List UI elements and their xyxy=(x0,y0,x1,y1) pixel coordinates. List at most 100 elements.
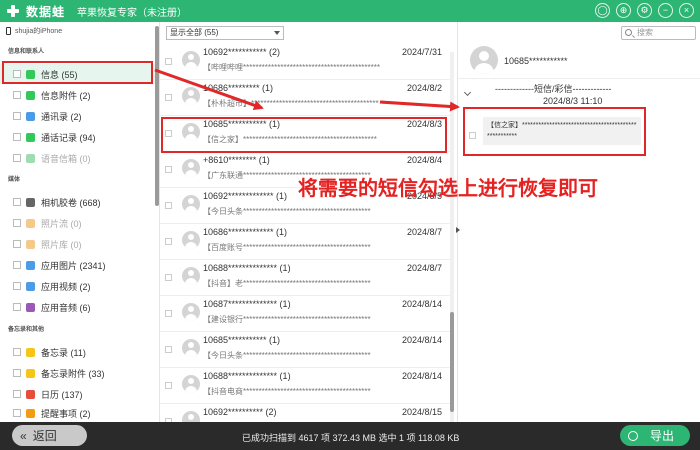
checkbox[interactable] xyxy=(13,409,21,417)
message-preview: 【今日头条***********************************… xyxy=(203,351,371,360)
sidebar-item-photo-stream[interactable]: 照片流 (0) xyxy=(0,213,156,233)
filter-dropdown[interactable]: 显示全部 (55) xyxy=(166,26,284,40)
sidebar-item-label: 通讯录 (2) xyxy=(41,111,82,122)
message-date: 2024/8/7 xyxy=(406,263,442,273)
message-preview: 【建设银行***********************************… xyxy=(203,315,371,324)
sidebar-item-app-photos[interactable]: 应用图片 (2341) xyxy=(0,255,156,275)
sidebar-item-app-videos[interactable]: 应用视频 (2) xyxy=(0,276,156,296)
checkbox[interactable] xyxy=(13,390,21,398)
checkbox[interactable] xyxy=(165,274,172,281)
app-subtitle: 苹果恢复专家（未注册） xyxy=(77,7,188,19)
photo-library-icon xyxy=(26,239,35,249)
avatar-icon xyxy=(182,303,200,321)
sidebar-item-photo-library[interactable]: 照片库 (0) xyxy=(0,234,156,254)
checkbox[interactable] xyxy=(13,154,21,162)
checkbox[interactable] xyxy=(13,219,21,227)
device-label: shujia的iPhone xyxy=(6,26,62,36)
sender-number: 10686********* (1) xyxy=(203,83,274,93)
message-date: 2024/8/14 xyxy=(401,299,442,309)
checkbox[interactable] xyxy=(13,303,21,311)
search-input[interactable]: 搜索 xyxy=(621,26,696,40)
sidebar-item-label: 应用图片 (2341) xyxy=(41,260,106,271)
close-icon[interactable]: × xyxy=(679,3,694,18)
highlight-message-row xyxy=(161,117,447,153)
checkbox[interactable] xyxy=(13,261,21,269)
checkbox[interactable] xyxy=(165,202,172,209)
avatar-icon xyxy=(182,51,200,69)
logo-icon xyxy=(6,4,20,18)
sidebar-item-camera-roll[interactable]: 相机胶卷 (668) xyxy=(0,192,156,212)
list-item[interactable]: 10686************* (1) 2024/8/7 【百度账号****… xyxy=(160,224,450,260)
sidebar-item-notes[interactable]: 备忘录 (11) xyxy=(0,342,156,362)
export-button[interactable]: 导出 xyxy=(620,425,690,446)
sidebar-item-label: 照片库 (0) xyxy=(41,239,82,250)
message-preview: 【哔哩哔哩***********************************… xyxy=(203,63,380,72)
sidebar-scrollbar[interactable] xyxy=(155,26,159,206)
sender-number: 10692********** (2) xyxy=(203,407,277,417)
sidebar-item-label: 应用音频 (6) xyxy=(41,302,91,313)
list-item[interactable]: 10686********* (1) 2024/8/2 【朴朴超市】*******… xyxy=(160,80,450,116)
minimize-icon[interactable]: − xyxy=(658,3,673,18)
sidebar-item-voicemail[interactable]: 语音信箱 (0) xyxy=(0,148,156,168)
checkbox[interactable] xyxy=(13,240,21,248)
checkbox[interactable] xyxy=(165,58,172,65)
settings-icon[interactable]: ⚙ xyxy=(637,3,652,18)
message-date: 2024/8/7 xyxy=(406,227,442,237)
sidebar-item-label: 日历 (137) xyxy=(41,389,83,400)
chevron-down-icon[interactable] xyxy=(463,88,472,97)
checkbox[interactable] xyxy=(165,310,172,317)
calendar-icon xyxy=(26,389,35,399)
checkbox[interactable] xyxy=(13,282,21,290)
section-title-notes: 备忘录和其他 xyxy=(8,327,45,333)
back-button[interactable]: « 返回 xyxy=(12,425,87,446)
checkbox[interactable] xyxy=(13,112,21,120)
checkbox[interactable] xyxy=(13,198,21,206)
app-name: 数据蛙 xyxy=(26,4,66,19)
list-item[interactable]: 10692*********** (2) 2024/7/31 【哔哩哔哩*****… xyxy=(160,44,450,80)
checkbox[interactable] xyxy=(13,133,21,141)
checkbox[interactable] xyxy=(165,166,172,173)
sidebar-item-notes-attachments[interactable]: 备忘录附件 (33) xyxy=(0,363,156,383)
sidebar-item-contacts[interactable]: 通讯录 (2) xyxy=(0,106,156,126)
sender-number: 10692************* (1) xyxy=(203,191,288,201)
phone-icon xyxy=(6,27,11,35)
list-item[interactable]: 10688************** (1) 2024/8/14 【抖音电商**… xyxy=(160,368,450,404)
checkbox[interactable] xyxy=(13,91,21,99)
sidebar-item-calendar[interactable]: 日历 (137) xyxy=(0,384,156,404)
sidebar-item-message-attachments[interactable]: 信息附件 (2) xyxy=(0,85,156,105)
sidebar-item-app-audio[interactable]: 应用音频 (6) xyxy=(0,297,156,317)
divider xyxy=(458,78,700,79)
list-item[interactable]: 10688************** (1) 2024/8/7 【抖音】老***… xyxy=(160,260,450,296)
checkbox[interactable] xyxy=(165,346,172,353)
sidebar-item-reminders[interactable]: 提醒事项 (2) xyxy=(0,403,156,423)
footer-bar: « 返回 已成功扫描到 4617 项 372.43 MB 选中 1 项 118.… xyxy=(0,422,700,450)
app-videos-icon xyxy=(26,281,35,291)
list-item[interactable]: 10692********** (2) 2024/8/15 xyxy=(160,404,450,429)
annotation-text: 将需要的短信勾选上进行恢复即可 xyxy=(298,178,598,200)
message-date: 2024/8/14 xyxy=(401,335,442,345)
checkbox[interactable] xyxy=(165,238,172,245)
photo-stream-icon xyxy=(26,218,35,228)
list-item[interactable]: 10687************** (1) 2024/8/14 【建设银行**… xyxy=(160,296,450,332)
thread-type: -------------短信/彩信------------- xyxy=(495,84,612,94)
checkbox[interactable] xyxy=(165,94,172,101)
camera-roll-icon xyxy=(26,197,35,207)
contacts-icon xyxy=(26,111,35,121)
list-item[interactable]: 10685*********** (1) 2024/8/14 【今日头条*****… xyxy=(160,332,450,368)
cart-icon[interactable]: ⊕ xyxy=(616,3,631,18)
checkbox[interactable] xyxy=(165,382,172,389)
message-date: 2024/8/15 xyxy=(401,407,442,417)
avatar-icon xyxy=(182,87,200,105)
collapse-arrow-icon[interactable] xyxy=(456,227,460,233)
list-scrollbar[interactable] xyxy=(450,312,454,412)
message-date: 2024/7/31 xyxy=(401,47,442,57)
sender-number: 10687************** (1) xyxy=(203,299,291,309)
call-log-icon xyxy=(26,132,35,142)
sidebar-item-label: 备忘录附件 (33) xyxy=(41,368,105,379)
checkbox[interactable] xyxy=(13,369,21,377)
profile-icon[interactable]: ◯ xyxy=(595,3,610,18)
back-label: 返回 xyxy=(32,429,57,443)
voicemail-icon xyxy=(26,153,35,163)
checkbox[interactable] xyxy=(13,348,21,356)
sidebar-item-call-log[interactable]: 通话记录 (94) xyxy=(0,127,156,147)
